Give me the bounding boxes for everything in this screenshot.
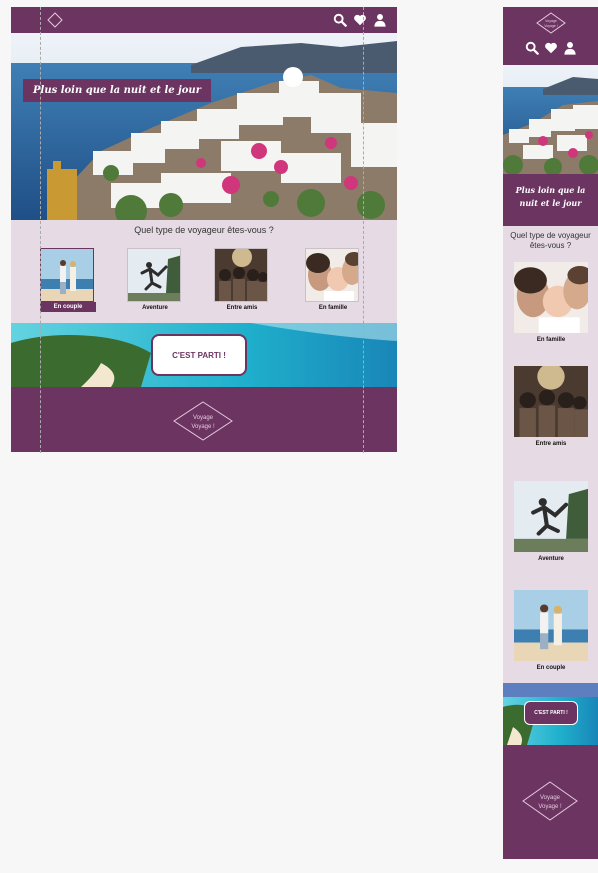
desktop-mockup: Plus loin que la nuit et le jour Quel ty…	[11, 7, 397, 452]
hero-image	[11, 33, 397, 220]
mobile-hero-slogan: Plus loin que la nuit et le jour	[503, 174, 598, 226]
hero-slogan: Plus loin que la nuit et le jour	[23, 79, 211, 102]
logo-line-1: Voyage	[193, 415, 214, 421]
category-card-couple[interactable]: En couple	[40, 248, 96, 312]
category-card-friends[interactable]: Entre amis	[214, 248, 270, 311]
mobile-hero-image	[503, 65, 598, 174]
search-icon[interactable]	[333, 13, 347, 27]
mobile-category-card-friends[interactable]: Entre amis	[514, 366, 588, 447]
logo-line-2: Voyage !	[191, 424, 215, 430]
traveler-type-section: Quel type de voyageur êtes-vous ? En cou…	[11, 220, 397, 323]
hero-banner: Plus loin que la nuit et le jour	[11, 33, 397, 220]
category-label: En couple	[536, 665, 566, 671]
category-label: Aventure	[142, 305, 168, 311]
mobile-category-card-adventure[interactable]: Aventure	[514, 481, 588, 562]
user-icon[interactable]	[373, 13, 387, 27]
category-label: Entre amis	[226, 305, 258, 311]
cta-banner: C'EST PARTI !	[11, 323, 397, 387]
footer-logo[interactable]: Voyage Voyage !	[173, 401, 233, 441]
section-question: Quel type de voyageur êtes-vous ?	[134, 225, 274, 235]
family-photo	[306, 249, 358, 301]
mobile-footer: Voyage Voyage !	[503, 745, 598, 859]
logo-line-2: Voyage !	[538, 804, 562, 810]
category-label: Aventure	[538, 556, 564, 562]
layout-guide-right	[363, 7, 364, 453]
cta-button[interactable]: C'EST PARTI !	[151, 334, 247, 376]
user-icon[interactable]	[563, 41, 577, 55]
family-photo	[514, 262, 588, 333]
mobile-mockup: Voyage Voyage ! Plus loin que la nuit et…	[503, 7, 598, 859]
logo-line-1: Voyage	[540, 795, 561, 801]
mobile-header: Voyage Voyage !	[503, 7, 598, 65]
category-card-family[interactable]: En famille	[305, 248, 361, 311]
logo-line-2: Voyage !	[544, 24, 558, 28]
mobile-cta-banner: C'EST PARTI !	[503, 683, 598, 745]
couple-photo	[514, 590, 588, 661]
mobile-category-card-couple[interactable]: En couple	[514, 590, 588, 671]
mobile-traveler-type-section: Quel type de voyageur êtes-vous ? En fam…	[503, 226, 598, 683]
search-icon[interactable]	[525, 41, 539, 55]
friends-photo	[215, 249, 267, 301]
category-label: En famille	[318, 305, 348, 311]
category-label: Entre amis	[535, 441, 567, 447]
category-label: En famille	[536, 337, 566, 343]
logo-icon[interactable]	[47, 12, 63, 28]
category-card-adventure[interactable]: Aventure	[127, 248, 183, 311]
category-label: En couple	[40, 302, 96, 312]
mobile-section-question: Quel type de voyageur êtes-vous ?	[510, 231, 591, 250]
mobile-cta-button[interactable]: C'EST PARTI !	[524, 701, 578, 725]
heart-icon[interactable]	[353, 13, 367, 27]
adventure-photo	[514, 481, 588, 552]
mobile-logo[interactable]: Voyage Voyage !	[536, 12, 566, 34]
logo-line-1: Voyage	[545, 19, 557, 23]
mobile-hero	[503, 65, 598, 174]
couple-photo	[41, 249, 93, 301]
desktop-header	[11, 7, 397, 33]
adventure-photo	[128, 249, 180, 301]
friends-photo	[514, 366, 588, 437]
heart-icon[interactable]	[544, 41, 558, 55]
mobile-footer-logo[interactable]: Voyage Voyage !	[522, 781, 578, 821]
desktop-footer: Voyage Voyage !	[11, 387, 397, 452]
mobile-category-card-family[interactable]: En famille	[514, 262, 588, 343]
layout-guide-left	[40, 7, 41, 453]
